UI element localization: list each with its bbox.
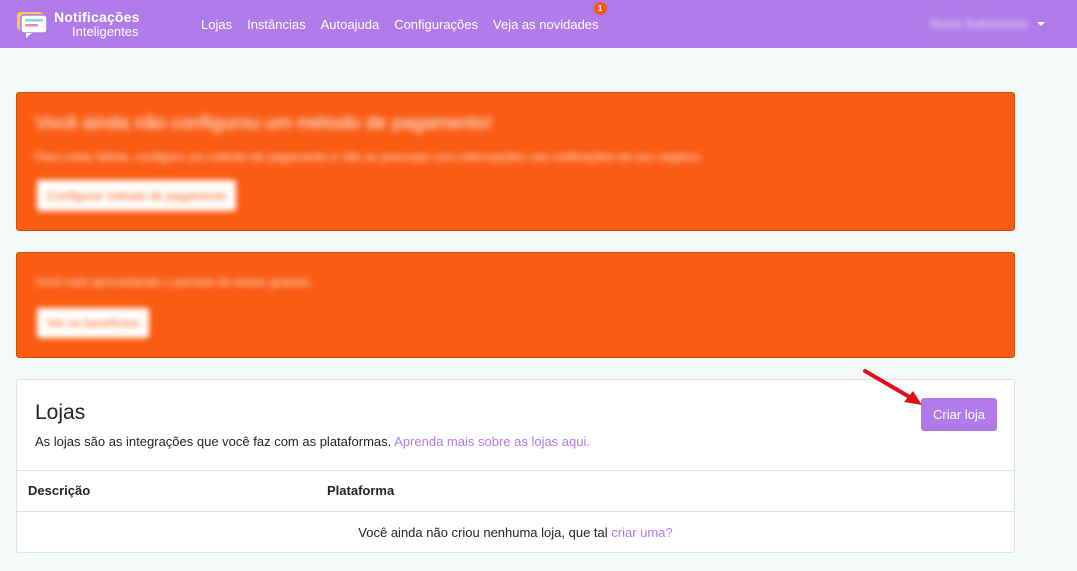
brand-name-line2: Inteligentes: [72, 24, 139, 39]
create-store-button[interactable]: Criar loja: [921, 398, 997, 431]
page-title: Lojas: [35, 401, 86, 424]
nav-link-lojas[interactable]: Lojas: [201, 17, 232, 32]
trial-benefits-button[interactable]: Ver os benefícios: [37, 308, 150, 338]
main-nav: Lojas Instâncias Autoajuda Configurações…: [201, 0, 614, 48]
user-name: Nome Sobrenome: [930, 17, 1028, 31]
column-header-descricao[interactable]: Descrição: [28, 483, 90, 498]
payment-alert: Você ainda não configurou um método de p…: [16, 92, 1015, 231]
configure-payment-button[interactable]: Configurar método de pagamento: [37, 180, 237, 211]
payment-alert-title: Você ainda não configurou um método de p…: [35, 113, 493, 134]
nav-link-autoajuda[interactable]: Autoajuda: [321, 17, 380, 32]
user-menu[interactable]: Nome Sobrenome: [930, 15, 1046, 33]
nav-link-novidades[interactable]: Veja as novidades 1: [493, 1, 607, 32]
nav-link-configuracoes[interactable]: Configurações: [394, 17, 478, 32]
top-navbar: Notificações Inteligentes Lojas Instânci…: [0, 0, 1077, 48]
stores-table-header: Descrição Plataforma: [17, 470, 1014, 512]
chat-bubbles-icon: [16, 9, 50, 39]
learn-more-link[interactable]: Aprenda mais sobre as lojas aqui.: [394, 434, 590, 449]
notification-badge: 1: [593, 1, 607, 15]
create-store-link[interactable]: criar uma?: [611, 525, 672, 540]
brand-name-line1: Notificações: [54, 9, 140, 25]
stores-subtitle-text: As lojas são as integrações que você faz…: [35, 434, 392, 449]
stores-card: Lojas As lojas são as integrações que vo…: [16, 379, 1015, 553]
empty-state-text: Você ainda não criou nenhuma loja, que t…: [358, 524, 608, 540]
brand-logo[interactable]: Notificações Inteligentes: [16, 8, 166, 40]
trial-alert: Você está aproveitando o período de test…: [16, 252, 1015, 358]
nav-link-novidades-label: Veja as novidades: [493, 16, 599, 32]
brand-name: Notificações Inteligentes: [54, 10, 140, 38]
stores-subtitle: As lojas são as integrações que você faz…: [35, 434, 590, 449]
column-header-plataforma[interactable]: Plataforma: [327, 483, 394, 498]
nav-link-instancias[interactable]: Instâncias: [247, 17, 306, 32]
table-empty-row: Você ainda não criou nenhuma loja, que t…: [17, 512, 1014, 552]
trial-alert-text: Você está aproveitando o período de test…: [35, 275, 310, 289]
payment-alert-text: Para evitar falhas, configure um método …: [35, 150, 704, 164]
chevron-down-icon: [1037, 22, 1046, 26]
